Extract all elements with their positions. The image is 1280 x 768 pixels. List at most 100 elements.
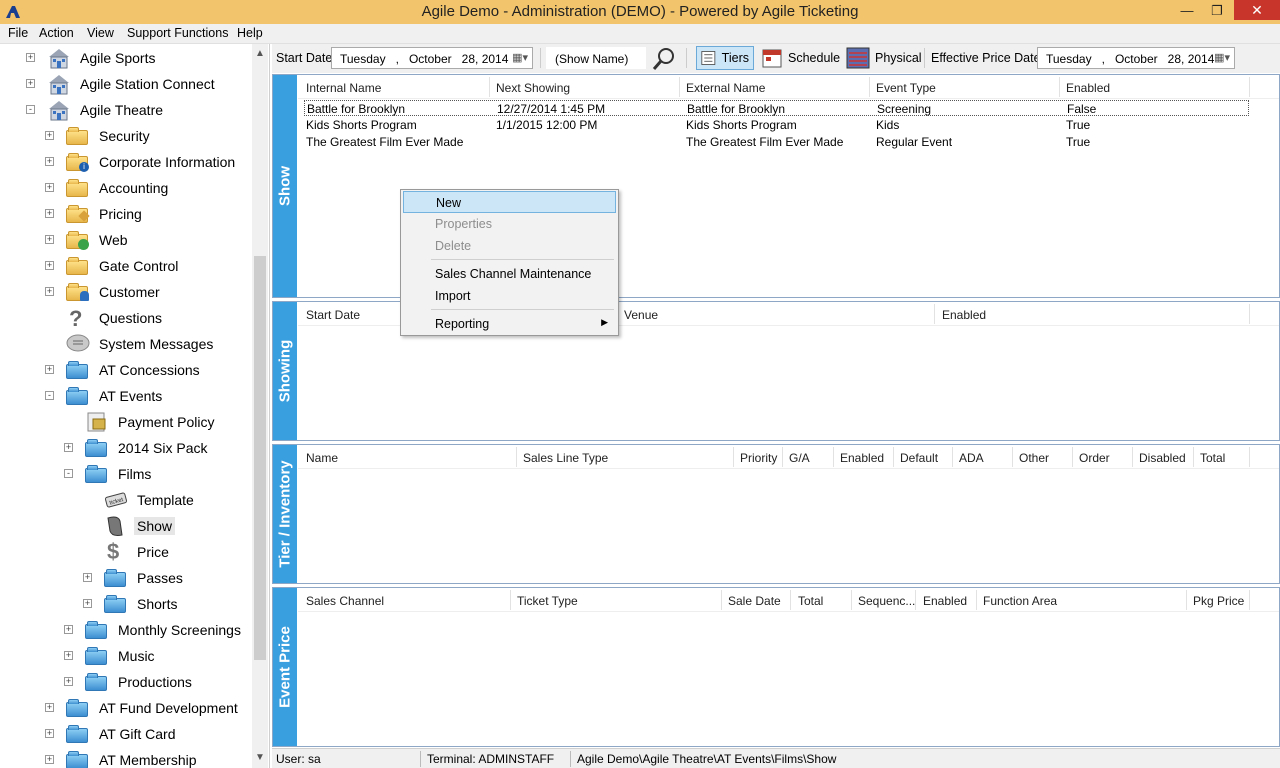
expand-icon[interactable]: + xyxy=(64,677,73,686)
tree-item[interactable]: + AT Gift Card xyxy=(45,723,179,745)
tree-item[interactable]: - Agile Theatre xyxy=(26,99,166,121)
tab-show[interactable]: Show xyxy=(273,75,297,297)
column-header[interactable]: Enabled xyxy=(840,451,884,465)
maximize-button[interactable]: ❐ xyxy=(1202,0,1232,22)
expand-icon[interactable]: + xyxy=(64,625,73,634)
tree-item[interactable]: + Agile Station Connect xyxy=(26,73,218,95)
tree-item[interactable]: +2014 Six Pack xyxy=(64,437,211,459)
column-header[interactable]: Order xyxy=(1079,451,1110,465)
column-header[interactable]: Sales Channel xyxy=(306,594,384,608)
tree-item[interactable]: + AT Fund Development xyxy=(45,697,241,719)
tab-event-price[interactable]: Event Price xyxy=(273,588,297,746)
column-header[interactable]: Priority xyxy=(740,451,777,465)
tree-item[interactable]: + Pricing xyxy=(45,203,145,225)
column-header[interactable]: Next Showing xyxy=(496,81,570,95)
menu-action[interactable]: Action xyxy=(39,26,74,40)
expand-icon[interactable]: + xyxy=(45,209,54,218)
tree-item[interactable]: + Accounting xyxy=(45,177,171,199)
column-header[interactable]: Sale Date xyxy=(728,594,781,608)
expand-icon[interactable]: + xyxy=(45,755,54,764)
expand-icon[interactable]: + xyxy=(45,703,54,712)
expand-icon[interactable]: + xyxy=(45,157,54,166)
tree-item[interactable]: Show xyxy=(104,515,176,537)
table-row[interactable]: Kids Shorts Program 1/1/2015 12:00 PM Kids… xyxy=(304,117,1249,133)
tab-tier-inventory[interactable]: Tier / Inventory xyxy=(273,445,297,583)
scroll-thumb[interactable] xyxy=(254,256,266,660)
expand-icon[interactable]: + xyxy=(45,131,54,140)
effective-price-date-picker[interactable]: Tuesday , October 28, 2014 ▦▾ xyxy=(1037,47,1235,69)
search-icon[interactable] xyxy=(651,46,677,72)
column-header[interactable]: Disabled xyxy=(1139,451,1186,465)
expand-icon[interactable]: + xyxy=(45,261,54,270)
collapse-icon[interactable]: - xyxy=(26,105,35,114)
tiers-button[interactable]: Tiers xyxy=(696,46,754,70)
menu-view[interactable]: View xyxy=(87,26,114,40)
expand-icon[interactable]: + xyxy=(45,365,54,374)
table-row[interactable]: The Greatest Film Ever Made The Greatest … xyxy=(304,134,1249,150)
minimize-button[interactable]: — xyxy=(1172,0,1202,22)
menu-item-sales-channel-maintenance[interactable]: Sales Channel Maintenance xyxy=(403,263,616,285)
scroll-down-icon[interactable]: ▼ xyxy=(255,752,265,763)
tab-showing[interactable]: Showing xyxy=(273,302,297,440)
tree-item[interactable]: + Web xyxy=(45,229,131,251)
expand-icon[interactable]: + xyxy=(45,235,54,244)
column-header[interactable]: Sequenc... xyxy=(858,594,915,608)
column-header[interactable]: Function Area xyxy=(983,594,1057,608)
table-row[interactable]: Battle for Brooklyn 12/27/2014 1:45 PM Bat… xyxy=(304,100,1249,116)
tree-item[interactable]: + Productions xyxy=(64,671,195,693)
menu-file[interactable]: File xyxy=(8,26,28,40)
menu-item-new[interactable]: New xyxy=(403,191,616,213)
calendar-dropdown-icon[interactable]: ▦▾ xyxy=(1214,51,1230,64)
scroll-up-icon[interactable]: ▲ xyxy=(255,48,265,59)
column-header[interactable]: Other xyxy=(1019,451,1049,465)
expand-icon[interactable]: + xyxy=(45,287,54,296)
tree-item[interactable]: + AT Membership xyxy=(45,749,200,768)
expand-icon[interactable]: + xyxy=(64,651,73,660)
column-header[interactable]: Ticket Type xyxy=(517,594,578,608)
collapse-icon[interactable]: - xyxy=(45,391,54,400)
column-header[interactable]: Pkg Price xyxy=(1193,594,1244,608)
menu-item-properties[interactable]: Properties xyxy=(403,213,616,235)
close-button[interactable]: ✕ xyxy=(1234,0,1280,20)
collapse-icon[interactable]: - xyxy=(64,469,73,478)
tree-item[interactable]: - Films xyxy=(64,463,154,485)
column-header[interactable]: Start Date xyxy=(306,308,360,322)
column-header[interactable]: Enabled xyxy=(1066,81,1110,95)
column-header[interactable]: External Name xyxy=(686,81,765,95)
expand-icon[interactable]: + xyxy=(64,443,73,452)
expand-icon[interactable]: + xyxy=(26,79,35,88)
column-header[interactable]: Total xyxy=(798,594,823,608)
tree-item[interactable]: + Security xyxy=(45,125,153,147)
schedule-button[interactable]: Schedule xyxy=(758,46,844,70)
tree-item[interactable]: + i Corporate Information xyxy=(45,151,238,173)
column-header[interactable]: Event Type xyxy=(876,81,936,95)
column-header[interactable]: Internal Name xyxy=(306,81,381,95)
menu-item-reporting[interactable]: Reporting ▶ xyxy=(403,313,616,335)
menu-help[interactable]: Help xyxy=(237,26,263,40)
column-header[interactable]: Name xyxy=(306,451,338,465)
column-header[interactable]: G/A xyxy=(789,451,810,465)
expand-icon[interactable]: + xyxy=(26,53,35,62)
menu-item-delete[interactable]: Delete xyxy=(403,235,616,257)
tree-item[interactable]: + Agile Sports xyxy=(26,47,158,69)
column-header[interactable]: Sales Line Type xyxy=(523,451,608,465)
tree-scrollbar[interactable]: ▲ ▼ xyxy=(252,44,268,768)
tree-item[interactable]: $ Price xyxy=(104,539,172,564)
tree-item[interactable]: Payment Policy xyxy=(85,411,217,433)
expand-icon[interactable]: + xyxy=(83,573,92,582)
column-header[interactable]: Default xyxy=(900,451,938,465)
column-header[interactable]: Venue xyxy=(624,308,658,322)
start-date-picker[interactable]: Tuesday , October 28, 2014 ▦▾ xyxy=(331,47,533,69)
menu-support-functions[interactable]: Support Functions xyxy=(127,26,228,40)
tree-item[interactable]: + AT Concessions xyxy=(45,359,203,381)
tree-item[interactable]: + Music xyxy=(64,645,158,667)
tree-item[interactable]: System Messages xyxy=(66,333,216,355)
tree-item[interactable]: - AT Events xyxy=(45,385,165,407)
expand-icon[interactable]: + xyxy=(45,183,54,192)
column-header[interactable]: Total xyxy=(1200,451,1225,465)
tree-item[interactable]: + Gate Control xyxy=(45,255,181,277)
tree-item[interactable]: + Customer xyxy=(45,281,163,303)
column-header[interactable]: Enabled xyxy=(942,308,986,322)
calendar-dropdown-icon[interactable]: ▦▾ xyxy=(512,51,528,64)
tree-item[interactable]: + Shorts xyxy=(83,593,180,615)
